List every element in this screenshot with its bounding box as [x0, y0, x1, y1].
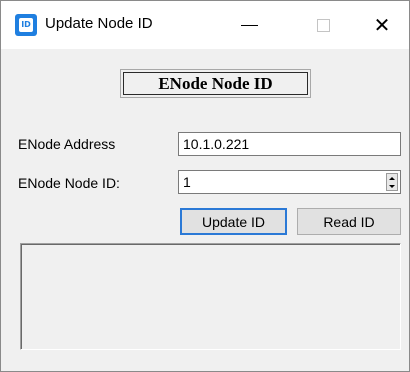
- spin-buttons: [386, 173, 398, 191]
- minimize-button[interactable]: [226, 1, 272, 49]
- title-bar[interactable]: ID Update Node ID ✕: [1, 1, 409, 49]
- chevron-up-icon: [389, 176, 395, 180]
- minimize-icon: [240, 24, 258, 26]
- heading-box: ENode Node ID: [120, 69, 311, 98]
- enode-node-id-label: ENode Node ID:: [18, 175, 120, 191]
- output-textarea[interactable]: [20, 243, 401, 350]
- enode-address-label: ENode Address: [18, 136, 116, 152]
- close-icon: ✕: [373, 13, 391, 37]
- close-button[interactable]: ✕: [359, 1, 405, 49]
- enode-node-id-stepper[interactable]: 1: [178, 170, 401, 194]
- page-title: ENode Node ID: [158, 73, 273, 93]
- update-id-button[interactable]: Update ID: [180, 208, 287, 235]
- maximize-icon: [316, 18, 330, 32]
- spin-down-button[interactable]: [387, 182, 397, 190]
- maximize-button: [300, 1, 346, 49]
- update-node-id-window: ID Update Node ID ✕ ENode Node ID ENode …: [0, 0, 410, 372]
- node-id-value[interactable]: 1: [183, 171, 191, 193]
- enode-address-input[interactable]: 10.1.0.221: [178, 132, 401, 156]
- spin-up-button[interactable]: [387, 174, 397, 182]
- read-id-button[interactable]: Read ID: [297, 208, 401, 235]
- chevron-down-icon: [389, 184, 395, 188]
- app-id-icon: ID: [15, 14, 37, 36]
- window-title: Update Node ID: [45, 15, 153, 32]
